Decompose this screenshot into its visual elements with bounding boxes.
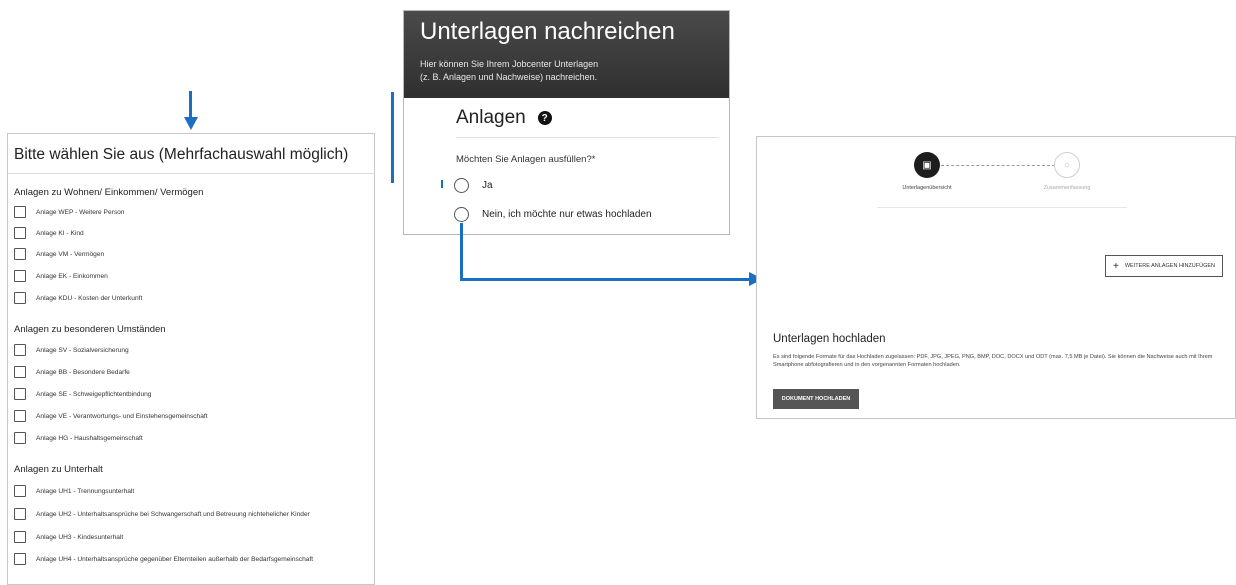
checkbox-label: Anlage EK - Einkommen [36,272,108,280]
section-title: Anlagen ? [456,107,552,129]
radio-button[interactable] [454,207,469,222]
checkbox-label: Anlage UH4 - Unterhaltsansprüche gegenüb… [36,555,314,563]
checkbox-label: Anlage UH3 - Kindesunterhalt [36,533,124,541]
checkbox-item[interactable]: Anlage SV - Sozialversicherung [14,343,129,357]
checkbox[interactable] [14,270,26,282]
checkbox-label: Anlage BB - Besondere Bedarfe [36,368,130,376]
page-header: Unterlagen nachreichen Hier können Sie I… [404,11,729,98]
checkbox-item[interactable]: Anlage VM - Vermögen [14,247,104,261]
section-heading: Anlagen zu Unterhalt [14,464,103,475]
button-label: WEITERE ANLAGEN HINZUFÜGEN [1124,263,1215,269]
checkbox-item[interactable]: Anlage UH3 - Kindesunterhalt [14,530,123,544]
checkbox-item[interactable]: Anlage WEP - Weitere Person [14,205,124,219]
panel-title: Bitte wählen Sie aus (Mehrfachauswahl mö… [14,146,349,163]
section-heading: Anlagen zu Wohnen/ Einkommen/ Vermögen [14,187,204,198]
checkbox[interactable] [14,292,26,304]
checkbox-label: Anlage UH1 - Trennungsunterhalt [36,487,135,495]
step-label: Zusammenfassung [1043,185,1091,191]
stepper-connector [941,165,1055,166]
question-label: Möchten Sie Anlagen ausfüllen?* [456,154,596,165]
checkbox-label: Anlage SE - Schweigepflichtentbindung [36,390,152,398]
checkbox[interactable] [14,553,26,565]
checkbox-label: Anlage KI - Kind [36,229,84,237]
radio-label: Ja [482,180,493,191]
divider [877,207,1127,208]
checkbox-item[interactable]: Anlage SE - Schweigepflichtentbindung [14,387,151,401]
subtitle-line: (z. B. Anlagen und Nachweise) nachreiche… [420,72,598,82]
checkbox-label: Anlage KDU - Kosten der Unterkunft [36,294,143,302]
checkbox-label: Anlage HG - Haushaltsgemeinschaft [36,434,143,442]
arrow-line [189,91,192,119]
checkbox[interactable] [14,432,26,444]
section-heading: Anlagen zu besonderen Umständen [14,324,166,335]
document-upload-panel: ▣ ○ Unterlagenübersicht Zusammenfassung … [756,136,1236,419]
step-summary[interactable]: ○ [1054,152,1080,178]
checkbox-item[interactable]: Anlage UH2 - Unterhaltsansprüche bei Sch… [14,507,310,521]
checkbox[interactable] [14,531,26,543]
radio-button[interactable] [454,178,469,193]
accent-line [391,92,394,183]
page-title: Unterlagen nachreichen [420,18,675,45]
checkbox-item[interactable]: Anlage UH4 - Unterhaltsansprüche gegenüb… [14,552,313,566]
checkbox[interactable] [14,410,26,422]
page-subtitle: Hier können Sie Ihrem Jobcenter Unterlag… [420,58,598,84]
accent-tick [441,180,443,188]
checkbox[interactable] [14,485,26,497]
connector-line [460,223,463,281]
upload-intro-panel: Unterlagen nachreichen Hier können Sie I… [403,10,730,235]
radio-option-ja[interactable]: Ja [454,178,493,193]
document-icon: ▣ [922,159,932,171]
checkbox-label: Anlage UH2 - Unterhaltsansprüche bei Sch… [36,510,310,518]
chat-bubble-icon: ○ [1063,159,1071,171]
checkbox[interactable] [14,344,26,356]
checkbox[interactable] [14,366,26,378]
checkbox-item[interactable]: Anlage BB - Besondere Bedarfe [14,365,130,379]
checkbox-label: Anlage SV - Sozialversicherung [36,346,129,354]
upload-heading: Unterlagen hochladen [773,333,886,345]
checkbox[interactable] [14,248,26,260]
radio-option-nein[interactable]: Nein, ich möchte nur etwas hochladen [454,207,652,222]
add-attachments-button[interactable]: + WEITERE ANLAGEN HINZUFÜGEN [1105,255,1223,277]
checkbox-item[interactable]: Anlage EK - Einkommen [14,269,108,283]
divider [456,137,719,138]
question-circle-icon[interactable]: ? [537,111,552,125]
checkbox-item[interactable]: Anlage VE - Verantwortungs- und Einstehe… [14,409,208,423]
checkbox-label: Anlage VM - Vermögen [36,250,105,258]
checkbox-item[interactable]: Anlage UH1 - Trennungsunterhalt [14,484,134,498]
checkbox[interactable] [14,508,26,520]
upload-document-button[interactable]: DOKUMENT HOCHLADEN [773,389,859,409]
radio-label: Nein, ich möchte nur etwas hochladen [482,209,652,220]
checkbox[interactable] [14,206,26,218]
connector-line [460,278,750,281]
divider [8,173,374,174]
checkbox[interactable] [14,388,26,400]
step-overview[interactable]: ▣ [914,152,940,178]
checkbox-item[interactable]: Anlage KI - Kind [14,226,84,240]
section-title-text: Anlagen [456,107,526,128]
arrow-down-icon [184,117,198,130]
checkbox-item[interactable]: Anlage KDU - Kosten der Unterkunft [14,291,142,305]
checkbox-label: Anlage WEP - Weitere Person [36,208,125,216]
plus-icon: + [1113,260,1119,272]
subtitle-line: Hier können Sie Ihrem Jobcenter Unterlag… [420,59,599,69]
checkbox-label: Anlage VE - Verantwortungs- und Einstehe… [36,412,208,420]
attachment-selection-panel: Bitte wählen Sie aus (Mehrfachauswahl mö… [7,133,375,585]
upload-description: Es sind folgende Formate für das Hochlad… [773,354,1213,368]
checkbox[interactable] [14,227,26,239]
step-label: Unterlagenübersicht [902,185,952,191]
checkbox-item[interactable]: Anlage HG - Haushaltsgemeinschaft [14,431,143,445]
